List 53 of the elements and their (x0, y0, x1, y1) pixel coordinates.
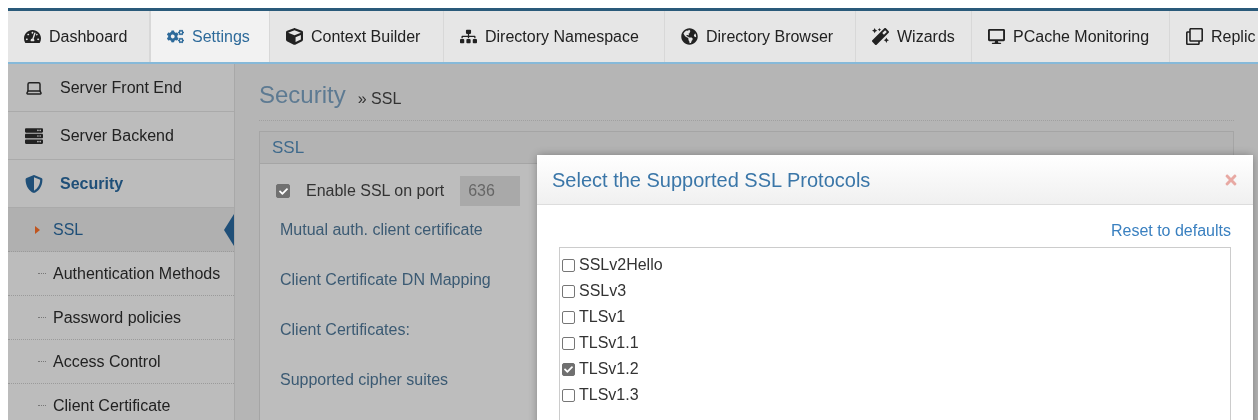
nav-tab[interactable]: Directory Namespace (444, 11, 665, 62)
protocol-label: TLSv1.3 (579, 385, 639, 405)
enable-ssl-checkbox[interactable] (276, 184, 290, 198)
page-title: Security (259, 83, 346, 107)
setting-label: Mutual auth. client certificate (280, 220, 483, 240)
protocol-checkbox[interactable] (562, 336, 575, 350)
shield-icon (24, 174, 44, 193)
triangle-bullet-icon (35, 225, 40, 234)
cube-icon (286, 28, 303, 45)
protocol-label: TLSv1.1 (579, 333, 639, 353)
protocol-checkbox[interactable] (562, 310, 575, 324)
protocol-checkbox[interactable] (562, 258, 575, 272)
nav-tab[interactable]: PCache Monitoring (972, 11, 1170, 62)
panel-title: SSL (272, 136, 305, 159)
sidebar-item[interactable]: Server Backend (8, 112, 234, 160)
hierarchy-icon (460, 28, 477, 45)
server-icon (24, 126, 44, 145)
dialog-title: Select the Supported SSL Protocols (552, 167, 871, 193)
magic-wand-icon (872, 28, 889, 45)
tree-line-icon (38, 361, 46, 362)
dashboard-gauge-icon (24, 28, 41, 45)
sidebar-subitem[interactable]: Access Control (8, 340, 234, 384)
setting-label: Client Certificates: (280, 320, 410, 340)
copy-icon (1186, 28, 1203, 45)
tree-line-icon (38, 317, 46, 318)
tree-line-icon (38, 273, 46, 274)
protocol-label: SSLv3 (579, 281, 627, 301)
nav-tab[interactable]: Context Builder (270, 11, 444, 62)
sidebar-subitem[interactable]: SSL (8, 208, 234, 252)
enable-ssl-label: Enable SSL on port (306, 181, 445, 201)
monitor-icon (988, 28, 1005, 45)
sidebar-item[interactable]: Server Front End (8, 64, 234, 112)
protocol-checkbox[interactable] (562, 388, 575, 402)
protocol-label: TLSv1.2 (579, 359, 639, 379)
sidebar-subitem[interactable]: Authentication Methods (8, 252, 234, 296)
protocols-list[interactable]: SSLv2Hello SSLv3 TLSv1 TLSv1.1 TLSv1.2 TLSv1.3 (559, 247, 1231, 420)
nav-tab[interactable]: Replic (1170, 11, 1258, 62)
nav-tab[interactable]: Directory Browser (665, 11, 856, 62)
nav-tab[interactable]: Settings (150, 11, 270, 62)
protocol-label: TLSv1 (579, 307, 626, 327)
sidebar-subitem[interactable]: Password policies (8, 296, 234, 340)
reset-defaults-link[interactable]: Reset to defaults (1110, 219, 1231, 243)
protocol-checkbox[interactable] (562, 284, 575, 298)
gears-icon (167, 28, 184, 45)
sidebar-subitem[interactable]: Client Certificate (8, 384, 234, 420)
protocol-checkbox[interactable] (562, 362, 575, 376)
nav-tab[interactable]: Wizards (856, 11, 972, 62)
tree-line-icon (38, 405, 46, 406)
setting-label: Supported cipher suites (280, 370, 449, 390)
protocol-label: SSLv2Hello (579, 255, 663, 275)
globe-icon (681, 28, 698, 45)
breadcrumb-current: » SSL (357, 91, 402, 107)
setting-label: Client Certificate DN Mapping (280, 270, 491, 290)
